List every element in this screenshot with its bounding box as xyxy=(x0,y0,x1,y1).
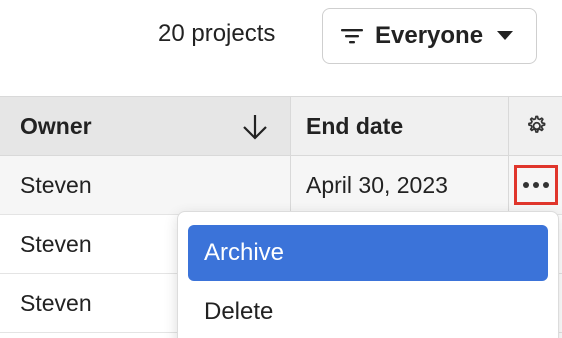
row-more-actions-button[interactable] xyxy=(513,165,558,205)
row-actions-menu: Archive Delete xyxy=(177,211,559,338)
end-date-cell: April 30, 2023 xyxy=(291,156,509,214)
row-actions-cell xyxy=(509,156,562,214)
more-horizontal-icon xyxy=(522,182,549,188)
owner-filter-dropdown[interactable]: Everyone xyxy=(322,8,537,64)
filter-lines-icon xyxy=(341,29,363,44)
caret-down-icon xyxy=(497,31,514,40)
owner-name: Steven xyxy=(20,289,92,316)
menu-item-delete[interactable]: Delete xyxy=(188,284,548,338)
column-header-end-date[interactable]: End date xyxy=(291,97,509,155)
owner-name: Steven xyxy=(20,230,92,257)
owner-cell: Steven xyxy=(0,156,291,214)
column-header-label: End date xyxy=(306,112,404,139)
project-count: 20 projects xyxy=(158,20,276,47)
owner-name: Steven xyxy=(20,171,92,198)
column-settings-button[interactable] xyxy=(509,97,562,155)
filter-label: Everyone xyxy=(375,22,484,49)
table-header-row: Owner End date xyxy=(0,96,562,156)
column-header-label: Owner xyxy=(20,112,92,139)
gear-icon xyxy=(527,115,545,133)
menu-item-archive[interactable]: Archive xyxy=(188,225,548,281)
end-date-value: April 30, 2023 xyxy=(306,171,448,198)
sort-descending-arrow-icon[interactable] xyxy=(242,113,268,141)
table-row[interactable]: Steven April 30, 2023 xyxy=(0,156,562,215)
column-header-owner[interactable]: Owner xyxy=(0,97,291,155)
projects-page: 20 projects Everyone Owner End date Stev… xyxy=(0,0,562,338)
